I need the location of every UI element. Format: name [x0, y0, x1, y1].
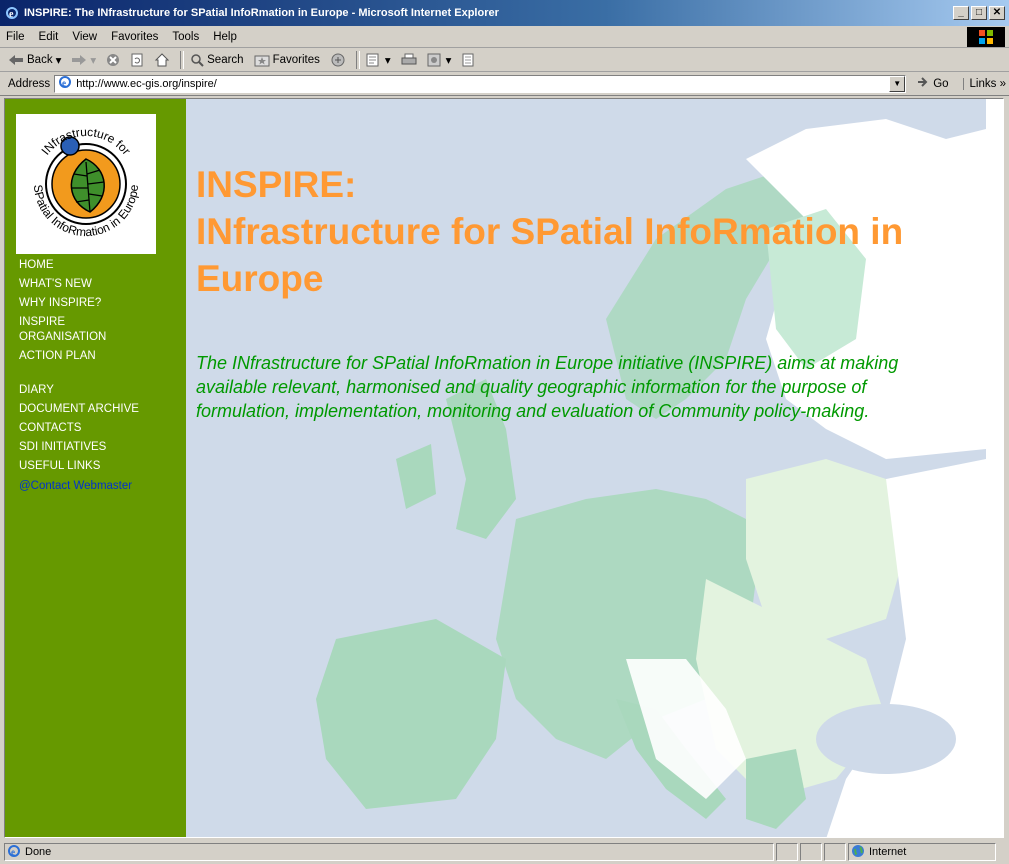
media-button[interactable]	[330, 52, 346, 68]
back-arrow-icon	[8, 53, 24, 67]
svg-text:e: e	[62, 78, 66, 88]
history-icon	[366, 53, 382, 67]
security-zone: Internet	[848, 843, 996, 861]
favorites-label: Favorites	[272, 53, 320, 66]
window-title: INSPIRE: The INfrastructure for SPatial …	[24, 7, 499, 19]
address-input[interactable]: e http://www.ec-gis.org/inspire/ ▼	[54, 74, 907, 93]
page-icon: e	[58, 75, 72, 92]
nav-document-archive[interactable]: DOCUMENT ARCHIVE	[19, 402, 179, 417]
search-button[interactable]: Search	[190, 53, 244, 67]
zone-label: Internet	[869, 846, 907, 858]
status-text-area: e Done	[4, 843, 774, 861]
refresh-button[interactable]	[130, 53, 144, 67]
address-dropdown-icon[interactable]: ▼	[889, 75, 906, 92]
address-bar: Address e http://www.ec-gis.org/inspire/…	[0, 72, 1009, 96]
stop-icon	[106, 53, 120, 67]
chevron-down-icon: ▾	[384, 54, 391, 67]
go-button[interactable]: Go	[916, 75, 949, 92]
windows-logo-icon	[967, 27, 1005, 47]
menu-view[interactable]: View	[66, 31, 105, 43]
go-label: Go	[933, 77, 949, 90]
nav-whats-new[interactable]: WHAT'S NEW	[19, 277, 179, 292]
stop-button[interactable]	[106, 53, 120, 67]
status-cell	[776, 843, 798, 861]
home-icon	[154, 52, 170, 67]
discuss-icon	[461, 53, 475, 67]
nav-sdi-initiatives[interactable]: SDI INITIATIVES	[19, 440, 179, 455]
refresh-icon	[130, 53, 144, 67]
svg-text:e: e	[9, 9, 14, 20]
nav-action-plan[interactable]: ACTION PLAN	[19, 349, 179, 364]
chevron-right-icon: »	[999, 77, 1006, 90]
page-done-icon: e	[7, 844, 21, 861]
globe-icon	[851, 844, 865, 861]
status-cell	[800, 843, 822, 861]
search-icon	[190, 53, 204, 67]
search-label: Search	[207, 53, 244, 66]
inspire-logo[interactable]: INfrastructure for SPatial InfoRmation i…	[16, 114, 156, 254]
window-title-bar[interactable]: e INSPIRE: The INfrastructure for SPatia…	[0, 0, 1009, 26]
media-icon	[330, 52, 346, 68]
address-label: Address	[8, 77, 51, 90]
print-button[interactable]	[401, 53, 417, 67]
maximize-button[interactable]: □	[971, 6, 987, 20]
svg-text:e: e	[11, 847, 15, 857]
page-viewport[interactable]: INfrastructure for SPatial InfoRmation i…	[4, 98, 1004, 838]
nav-diary[interactable]: DIARY	[19, 383, 179, 398]
edit-button[interactable]: ▾	[427, 53, 452, 67]
internet-explorer-icon: e	[4, 5, 20, 21]
favorites-icon	[254, 53, 270, 67]
status-bar: e Done Internet	[0, 840, 1009, 864]
menu-file[interactable]: File	[0, 31, 33, 43]
back-label: Back	[27, 53, 53, 66]
menu-favorites[interactable]: Favorites	[105, 31, 166, 43]
nav-home[interactable]: HOME	[19, 258, 179, 273]
status-text: Done	[25, 846, 52, 858]
sidebar-nav: HOME WHAT'S NEW WHY INSPIRE? INSPIRE ORG…	[19, 258, 179, 494]
intro-paragraph: The INfrastructure for SPatial InfoRmati…	[196, 353, 899, 421]
nav-contacts[interactable]: CONTACTS	[19, 421, 179, 436]
links-label: Links	[969, 77, 997, 90]
favorites-button[interactable]: Favorites	[254, 53, 320, 67]
chevron-down-icon: ▾	[90, 54, 97, 67]
print-icon	[401, 53, 417, 67]
address-url: http://www.ec-gis.org/inspire/	[76, 77, 217, 90]
forward-arrow-icon	[71, 53, 87, 67]
nav-inspire-organisation[interactable]: INSPIRE ORGANISATION	[19, 315, 129, 345]
links-toolbar[interactable]: Links »	[962, 77, 1006, 90]
nav-useful-links[interactable]: USEFUL LINKS	[19, 459, 179, 474]
menu-bar: File Edit View Favorites Tools Help	[0, 26, 1009, 48]
discuss-button[interactable]	[461, 53, 475, 67]
go-arrow-icon	[916, 75, 930, 92]
menu-tools[interactable]: Tools	[166, 31, 207, 43]
edit-icon	[427, 53, 443, 67]
chevron-down-icon: ▾	[445, 54, 452, 67]
home-button[interactable]	[154, 52, 170, 67]
inspire-logo-graphic: INfrastructure for SPatial InfoRmation i…	[31, 125, 141, 239]
contact-webmaster-link[interactable]: @Contact Webmaster	[19, 479, 179, 494]
sidebar: INfrastructure for SPatial InfoRmation i…	[5, 99, 186, 837]
back-button[interactable]: Back ▾	[8, 53, 61, 67]
menu-help[interactable]: Help	[207, 31, 245, 43]
history-button[interactable]: ▾	[366, 53, 391, 67]
minimize-button[interactable]: _	[953, 6, 969, 20]
page-headline: INSPIRE: INfrastructure for SPatial Info…	[196, 161, 976, 302]
forward-button[interactable]: ▾	[71, 53, 96, 67]
headline-line-2: INfrastructure for SPatial InfoRmation i…	[196, 211, 904, 299]
chevron-down-icon: ▾	[55, 54, 62, 67]
headline-line-1: INSPIRE:	[196, 164, 357, 205]
close-button[interactable]: ✕	[989, 6, 1005, 20]
standard-toolbar: Back ▾ ▾ Search Favorites ▾ ▾	[0, 48, 1009, 72]
menu-edit[interactable]: Edit	[33, 31, 67, 43]
nav-why-inspire[interactable]: WHY INSPIRE?	[19, 296, 179, 311]
status-cell	[824, 843, 846, 861]
